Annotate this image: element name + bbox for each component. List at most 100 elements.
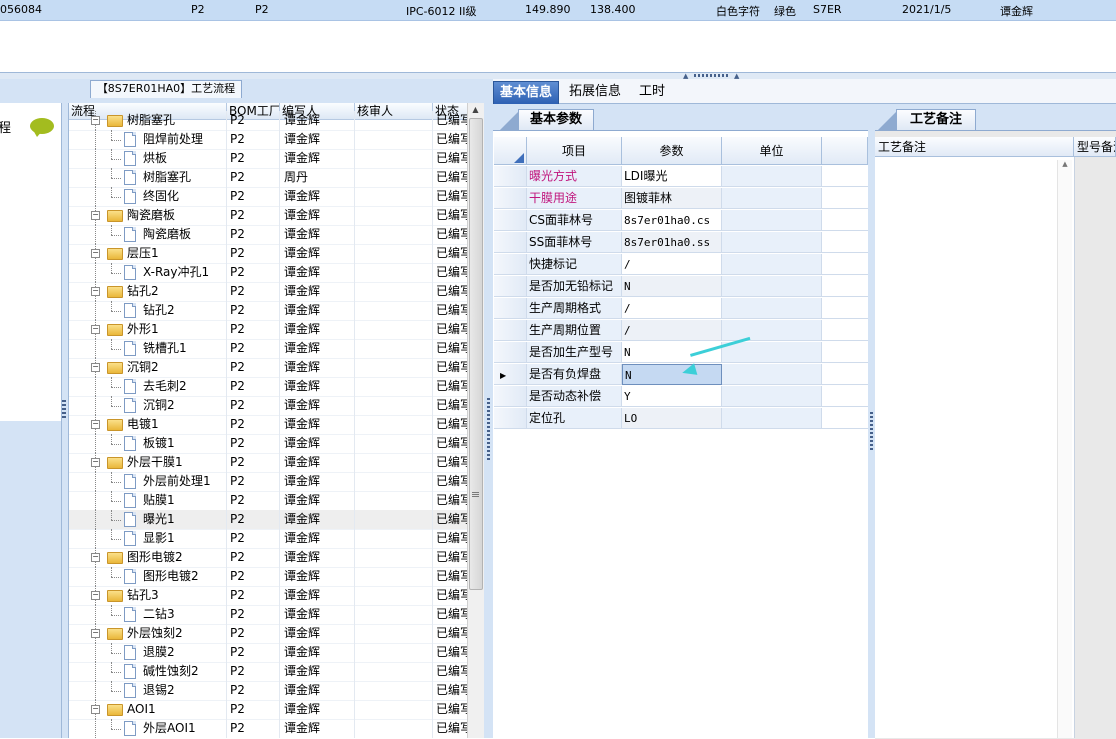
row-header[interactable] bbox=[494, 276, 527, 297]
param-value-cell[interactable]: / bbox=[622, 298, 722, 319]
col-header-unit[interactable]: 单位 bbox=[722, 137, 822, 165]
splitter-grip-icon[interactable] bbox=[870, 412, 873, 452]
param-value-cell[interactable]: Y bbox=[622, 386, 722, 407]
param-unit-cell[interactable] bbox=[722, 188, 822, 209]
tree-row[interactable]: 曝光1 P2 谭金辉 已编写 bbox=[69, 510, 468, 530]
tab-extended-info[interactable]: 拓展信息 bbox=[563, 81, 627, 103]
tree-row[interactable]: − 外层干膜1 P2 谭金辉 已编写 bbox=[69, 453, 468, 473]
tab-basic-info[interactable]: 基本信息 bbox=[493, 81, 560, 104]
tree-row[interactable]: − 钻孔3 P2 谭金辉 已编写 bbox=[69, 586, 468, 606]
col-header-process-note[interactable]: 工艺备注 bbox=[875, 137, 1074, 157]
param-row[interactable]: 生产周期位置 / bbox=[494, 320, 868, 342]
row-header[interactable] bbox=[494, 320, 527, 341]
tree-row[interactable]: 二钻3 P2 谭金辉 已编写 bbox=[69, 605, 468, 625]
row-header[interactable] bbox=[494, 342, 527, 363]
tree-row[interactable]: − 陶瓷磨板 P2 谭金辉 已编写 bbox=[69, 206, 468, 226]
param-value-cell[interactable]: LDI曝光 bbox=[622, 166, 722, 187]
tree-row[interactable]: 碱性蚀刻2 P2 谭金辉 已编写 bbox=[69, 662, 468, 682]
param-value-cell[interactable]: / bbox=[622, 254, 722, 275]
param-unit-cell[interactable] bbox=[722, 298, 822, 319]
tree-row[interactable]: − 树脂塞孔 P2 谭金辉 已编写 bbox=[69, 111, 468, 131]
tree-row[interactable]: 钻孔2 P2 谭金辉 已编写 bbox=[69, 301, 468, 321]
model-note-column[interactable] bbox=[1074, 157, 1116, 738]
collapse-toggle-icon[interactable]: − bbox=[91, 325, 100, 334]
param-unit-cell[interactable] bbox=[722, 342, 822, 363]
tree-row[interactable]: 外层AOI1 P2 谭金辉 已编写 bbox=[69, 719, 468, 738]
tree-row[interactable]: 烘板 P2 谭金辉 已编写 bbox=[69, 149, 468, 169]
tree-row[interactable]: X-Ray冲孔1 P2 谭金辉 已编写 bbox=[69, 263, 468, 283]
tree-row[interactable]: − 钻孔2 P2 谭金辉 已编写 bbox=[69, 282, 468, 302]
tree-row[interactable]: 阻焊前处理 P2 谭金辉 已编写 bbox=[69, 130, 468, 150]
param-value-cell[interactable]: 8s7er01ha0.ss bbox=[622, 232, 722, 253]
collapse-toggle-icon[interactable]: − bbox=[91, 363, 100, 372]
param-row[interactable]: 曝光方式 LDI曝光 bbox=[494, 166, 868, 188]
tab-work-hours[interactable]: 工时 bbox=[633, 81, 671, 103]
collapse-toggle-icon[interactable]: − bbox=[91, 420, 100, 429]
row-header[interactable] bbox=[494, 210, 527, 231]
splitter-grip-icon[interactable] bbox=[694, 74, 730, 77]
param-unit-cell[interactable] bbox=[722, 232, 822, 253]
tree-row[interactable]: 终固化 P2 谭金辉 已编写 bbox=[69, 187, 468, 207]
param-value-cell[interactable]: LO bbox=[622, 408, 722, 429]
tree-row[interactable]: − 外形1 P2 谭金辉 已编写 bbox=[69, 320, 468, 340]
param-value-cell[interactable]: / bbox=[622, 320, 722, 341]
collapse-toggle-icon[interactable]: − bbox=[91, 629, 100, 638]
process-note-textarea[interactable] bbox=[875, 157, 1074, 738]
param-unit-cell[interactable] bbox=[722, 254, 822, 275]
notes-scrollbar[interactable]: ▲ bbox=[1057, 160, 1072, 738]
collapse-toggle-icon[interactable]: − bbox=[91, 705, 100, 714]
row-header[interactable] bbox=[494, 254, 527, 275]
record-row[interactable]: 056084 P2 P2 IPC-6012 II级 149.890 138.40… bbox=[0, 0, 1116, 21]
collapse-toggle-icon[interactable]: − bbox=[91, 458, 100, 467]
tree-row[interactable]: 沉铜2 P2 谭金辉 已编写 bbox=[69, 396, 468, 416]
param-row[interactable]: 定位孔 LO bbox=[494, 408, 868, 430]
collapse-toggle-icon[interactable]: − bbox=[91, 287, 100, 296]
row-header[interactable] bbox=[494, 298, 527, 319]
tree-row[interactable]: 外层前处理1 P2 谭金辉 已编写 bbox=[69, 472, 468, 492]
tree-row[interactable]: 显影1 P2 谭金辉 已编写 bbox=[69, 529, 468, 549]
param-row[interactable]: 是否加无铅标记 N bbox=[494, 276, 868, 298]
collapse-toggle-icon[interactable]: − bbox=[91, 211, 100, 220]
param-unit-cell[interactable] bbox=[722, 320, 822, 341]
param-unit-cell[interactable] bbox=[722, 386, 822, 407]
tree-row[interactable]: 图形电镀2 P2 谭金辉 已编写 bbox=[69, 567, 468, 587]
collapse-grip-icon[interactable] bbox=[62, 400, 66, 418]
col-header-item[interactable]: 项目 bbox=[527, 137, 622, 165]
tree-row[interactable]: 铣槽孔1 P2 谭金辉 已编写 bbox=[69, 339, 468, 359]
collapse-toggle-icon[interactable]: − bbox=[91, 591, 100, 600]
tree-row[interactable]: 陶瓷磨板 P2 谭金辉 已编写 bbox=[69, 225, 468, 245]
param-value-cell[interactable]: 8s7er01ha0.cs bbox=[622, 210, 722, 231]
collapse-toggle-icon[interactable]: − bbox=[91, 116, 100, 125]
param-row[interactable]: 是否加生产型号 N bbox=[494, 342, 868, 364]
param-row[interactable]: 是否动态补偿 Y bbox=[494, 386, 868, 408]
collapse-toggle-icon[interactable]: − bbox=[91, 249, 100, 258]
tree-row[interactable]: 去毛刺2 P2 谭金辉 已编写 bbox=[69, 377, 468, 397]
tree-row[interactable]: 树脂塞孔 P2 周丹 已编写 bbox=[69, 168, 468, 188]
tree-row[interactable]: − AOI1 P2 谭金辉 已编写 bbox=[69, 700, 468, 720]
param-row[interactable]: SS面菲林号 8s7er01ha0.ss bbox=[494, 232, 868, 254]
param-row[interactable]: 生产周期格式 / bbox=[494, 298, 868, 320]
tree-row[interactable]: 退膜2 P2 谭金辉 已编写 bbox=[69, 643, 468, 663]
process-tree-grid[interactable]: 流程 BOM工厂 编写人 核审人 状态 −树脂塞孔P2谭金辉已编写阻焊前处理P2… bbox=[68, 103, 468, 738]
row-header[interactable] bbox=[494, 408, 527, 429]
param-value-cell[interactable]: N bbox=[622, 364, 722, 385]
param-unit-cell[interactable] bbox=[722, 364, 822, 385]
scroll-up-arrow-icon[interactable]: ▲ bbox=[468, 104, 483, 116]
row-header[interactable] bbox=[494, 232, 527, 253]
splitter-grip-icon[interactable] bbox=[487, 398, 490, 460]
tree-row[interactable]: − 层压1 P2 谭金辉 已编写 bbox=[69, 244, 468, 264]
row-header[interactable] bbox=[494, 166, 527, 187]
param-unit-cell[interactable] bbox=[722, 408, 822, 429]
row-header[interactable] bbox=[494, 364, 527, 385]
param-value-cell[interactable]: N bbox=[622, 276, 722, 297]
row-header[interactable] bbox=[494, 188, 527, 209]
col-header-param[interactable]: 参数 bbox=[622, 137, 722, 165]
param-unit-cell[interactable] bbox=[722, 210, 822, 231]
param-unit-cell[interactable] bbox=[722, 166, 822, 187]
tree-row[interactable]: 板镀1 P2 谭金辉 已编写 bbox=[69, 434, 468, 454]
collapse-toggle-icon[interactable]: − bbox=[91, 553, 100, 562]
scrollbar-thumb[interactable] bbox=[469, 118, 483, 590]
tree-row[interactable]: 退锡2 P2 谭金辉 已编写 bbox=[69, 681, 468, 701]
param-value-cell[interactable]: 图镀菲林 bbox=[622, 188, 722, 209]
row-header[interactable] bbox=[494, 386, 527, 407]
